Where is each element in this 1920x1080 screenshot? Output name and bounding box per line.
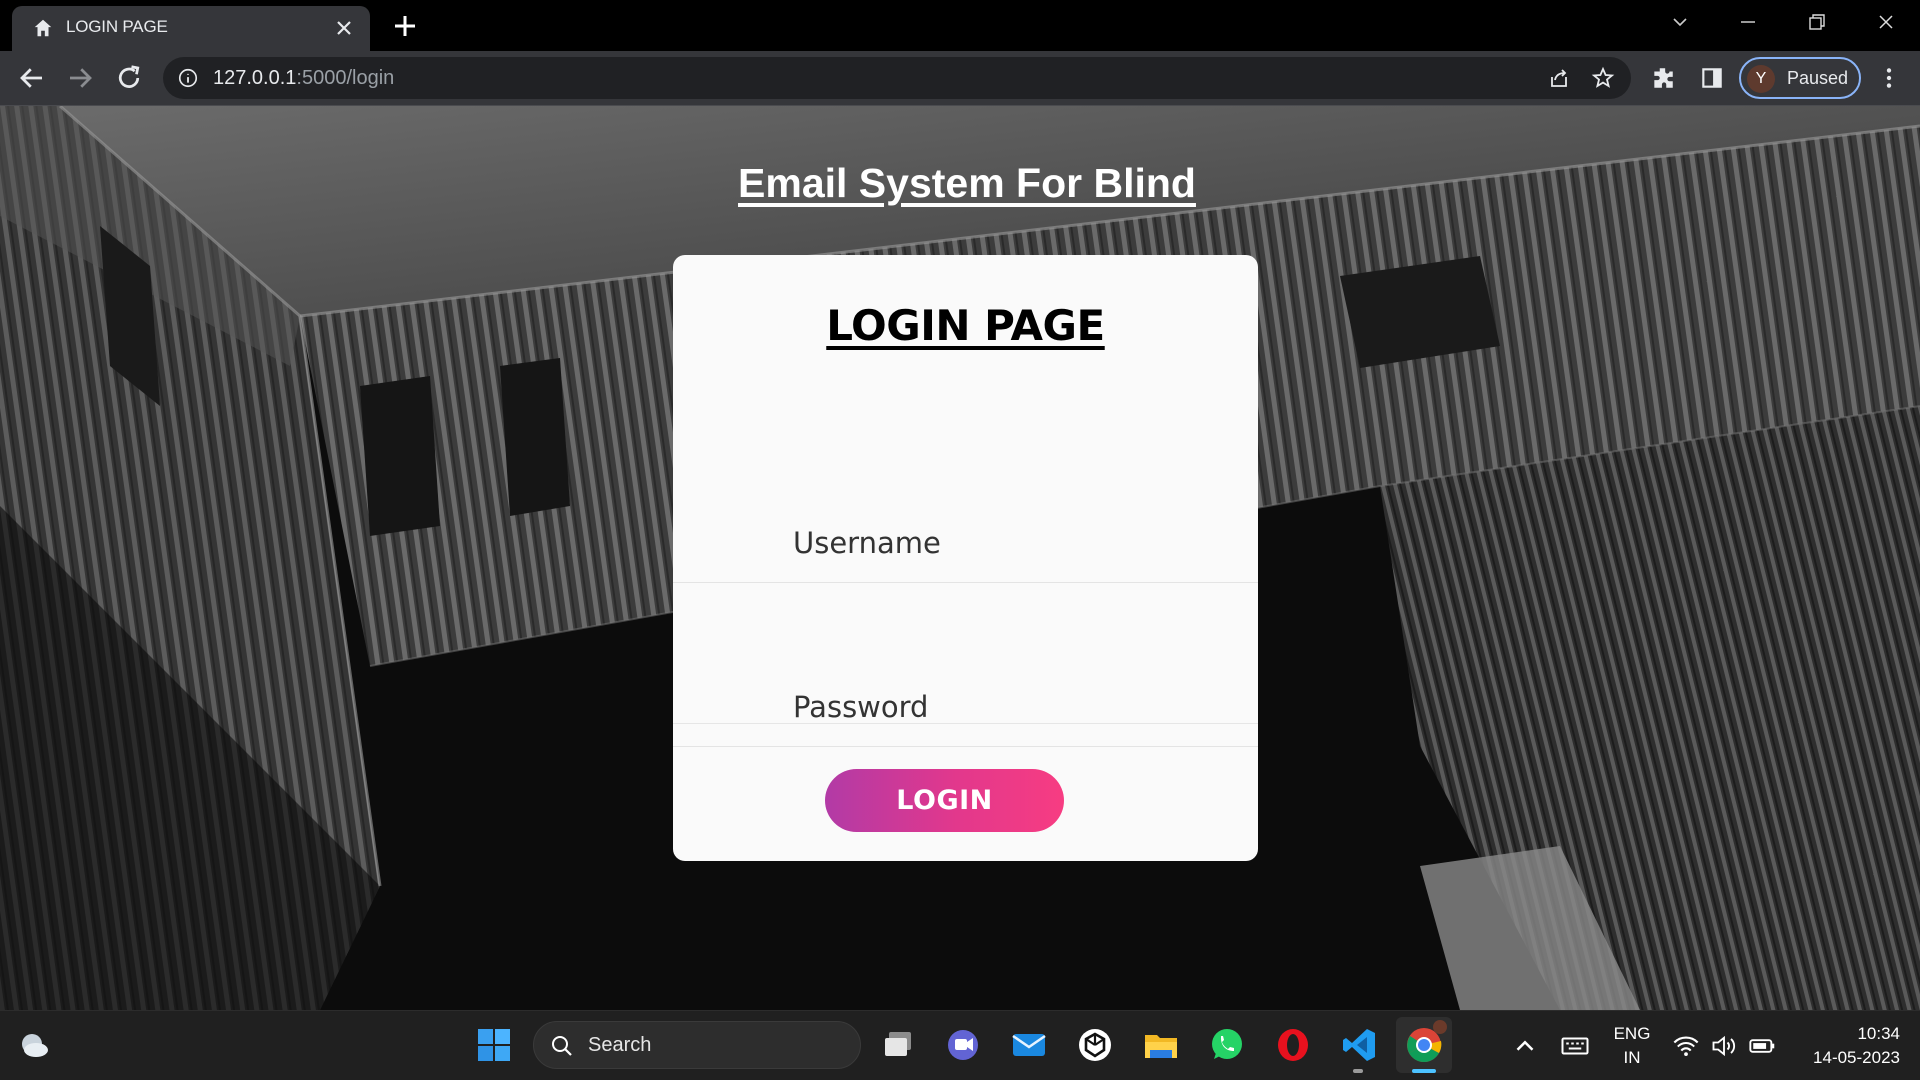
browser-tab[interactable]: LOGIN PAGE (12, 6, 370, 51)
avatar: Y (1747, 65, 1775, 93)
teams-chat-icon[interactable] (944, 1026, 982, 1064)
login-button[interactable]: LOGIN (825, 769, 1064, 832)
file-explorer-icon[interactable] (1142, 1026, 1180, 1064)
extensions-icon[interactable] (1650, 65, 1676, 91)
password-field (673, 667, 1258, 747)
new-tab-icon[interactable] (390, 11, 420, 41)
running-indicator (1353, 1069, 1363, 1073)
whatsapp-icon[interactable] (1208, 1026, 1246, 1064)
weather-icon[interactable] (14, 1026, 52, 1064)
url-text[interactable]: 127.0.0.1:5000/login (213, 67, 394, 90)
language-bottom[interactable]: IN (1608, 1048, 1656, 1068)
wifi-icon[interactable] (1672, 1032, 1700, 1060)
clock-time[interactable]: 10:34 (1790, 1024, 1900, 1044)
share-icon[interactable] (1547, 66, 1571, 90)
login-card: LOGIN PAGE LOGIN (673, 255, 1258, 861)
search-label: Search (588, 1034, 652, 1056)
windows-start-icon[interactable] (475, 1026, 513, 1064)
chrome-taskbar-button[interactable] (1396, 1017, 1452, 1073)
show-hidden-icons-chevron-icon[interactable] (1510, 1031, 1540, 1061)
close-window-icon[interactable] (1866, 8, 1906, 38)
username-field (673, 503, 1258, 583)
password-input[interactable] (793, 667, 1213, 747)
keyboard-icon[interactable] (1560, 1031, 1590, 1061)
home-icon (34, 19, 52, 37)
windows-taskbar: Search ENG IN 10:34 14-05-2023 (0, 1010, 1920, 1080)
taskbar-search[interactable]: Search (533, 1021, 861, 1069)
opera-icon[interactable] (1274, 1026, 1312, 1064)
clock-date[interactable]: 14-05-2023 (1790, 1048, 1900, 1068)
language-top[interactable]: ENG (1608, 1024, 1656, 1044)
close-tab-icon[interactable] (332, 16, 356, 40)
reload-icon[interactable] (114, 63, 144, 93)
restore-icon[interactable] (1796, 8, 1836, 38)
tab-strip: LOGIN PAGE (0, 0, 1920, 51)
minimize-icon[interactable] (1728, 8, 1768, 38)
task-view-icon[interactable] (880, 1026, 918, 1064)
tab-title: LOGIN PAGE (66, 17, 168, 36)
openai-app-icon[interactable] (1076, 1026, 1114, 1064)
back-icon[interactable] (17, 63, 47, 93)
more-menu-icon[interactable] (1876, 65, 1902, 91)
forward-icon[interactable] (65, 63, 95, 93)
address-bar[interactable]: 127.0.0.1:5000/login (163, 57, 1631, 99)
bookmark-star-icon[interactable] (1591, 66, 1615, 90)
side-panel-icon[interactable] (1699, 65, 1725, 91)
site-title: Email System For Blind (738, 160, 1196, 206)
active-app-indicator (1412, 1069, 1436, 1073)
card-title: LOGIN PAGE (826, 301, 1105, 350)
username-input[interactable] (793, 503, 1213, 583)
site-info-icon[interactable] (177, 67, 199, 89)
search-icon (552, 1036, 572, 1056)
browser-toolbar: 127.0.0.1:5000/login Y Paused (0, 51, 1920, 106)
profile-badge-icon (1433, 1020, 1447, 1034)
profile-button[interactable]: Y Paused (1739, 57, 1861, 99)
battery-icon[interactable] (1748, 1032, 1776, 1060)
tab-search-chevron-icon[interactable] (1660, 8, 1700, 38)
volume-icon[interactable] (1710, 1032, 1738, 1060)
profile-status: Paused (1787, 68, 1849, 88)
page-viewport: Email System For Blind LOGIN PAGE LOGIN (0, 106, 1920, 1010)
mail-icon[interactable] (1010, 1026, 1048, 1064)
vscode-icon[interactable] (1340, 1026, 1378, 1064)
